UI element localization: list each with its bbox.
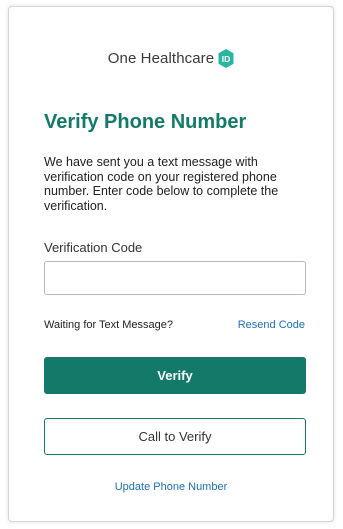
- brand-name: One Healthcare: [107, 50, 215, 67]
- update-phone-number-link[interactable]: Update Phone Number: [115, 481, 228, 493]
- verification-code-label: Verification Code: [44, 240, 143, 255]
- brand-logo: One Healthcare ID: [9, 49, 333, 68]
- page-title: Verify Phone Number: [44, 111, 247, 133]
- verify-button[interactable]: Verify: [44, 357, 306, 394]
- call-to-verify-button[interactable]: Call to Verify: [44, 418, 306, 455]
- id-badge-icon: ID: [218, 49, 234, 68]
- update-phone-container: Update Phone Number: [9, 481, 333, 493]
- verify-card: One Healthcare ID Verify Phone Number We…: [8, 6, 334, 522]
- verification-code-input[interactable]: [44, 261, 306, 295]
- page-description: We have sent you a text message with ver…: [44, 155, 279, 213]
- waiting-text: Waiting for Text Message?: [44, 319, 174, 331]
- resend-code-link[interactable]: Resend Code: [238, 319, 305, 331]
- brand-badge-text: ID: [222, 54, 231, 64]
